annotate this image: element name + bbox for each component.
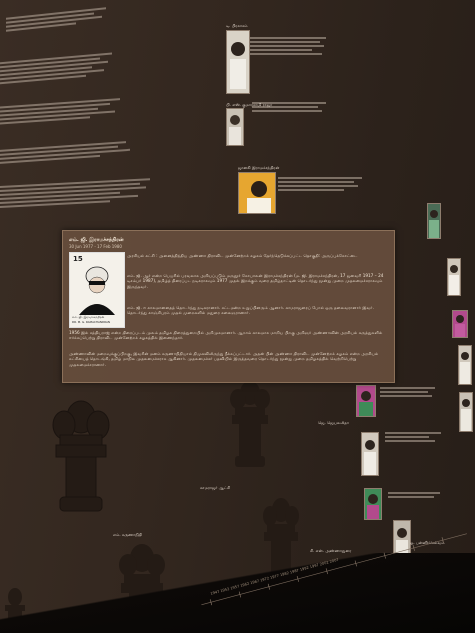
portrait-thumbnail[interactable]	[238, 172, 276, 214]
state-emblem-icon	[52, 400, 110, 512]
wall-text-block	[385, 430, 445, 444]
card-paragraph: 1956 இல் சத்தியராஜ் என்ற திரைப்படம் முலம…	[69, 330, 383, 341]
card-paragraph: எம். ஜி. ஆர் என்ற பெயரில் பரவலாக அறியப்ப…	[127, 273, 384, 289]
wall-text-block	[388, 490, 446, 500]
portrait-caption: ஜானகி இராமச்சந்திரன்	[238, 165, 280, 170]
postage-stamp-image[interactable]: 15 எம். ஜி. இராமச்சந்திரன் DR. M. G. RAM…	[69, 252, 125, 328]
wall-caption: காமராஜர் ஆட்சி	[200, 485, 231, 490]
card-paragraph: அரசியல் கட்சி : அனைத்திந்திய அண்ணா திராவ…	[127, 253, 358, 258]
portrait-caption: பி. எஸ். குமாரசாமி ராஜா	[226, 102, 273, 107]
portrait-icon	[79, 266, 115, 315]
portrait-thumbnail[interactable]	[226, 108, 244, 146]
detail-card[interactable]: எம். ஜி. இராமச்சந்திரன் 30 Jun 1977 - 17…	[62, 230, 395, 383]
portrait-thumbnail[interactable]	[458, 345, 472, 385]
portrait-thumbnail[interactable]	[447, 258, 461, 296]
wall-text-block	[250, 35, 330, 57]
card-paragraph: எம். ஜி. ஈ காலமானதைத் தொடர்ந்து நடிகரானா…	[127, 305, 374, 316]
card-title: எம். ஜி. இராமச்சந்திரன்	[69, 237, 124, 243]
portrait-thumbnail[interactable]	[427, 203, 441, 239]
wall-caption: எம். கருணாநிதி	[113, 532, 142, 537]
portrait-thumbnail[interactable]	[364, 488, 382, 520]
portrait-thumbnail[interactable]	[452, 310, 468, 338]
wall-text-block	[278, 175, 368, 193]
wall-caption: ஜெ. ஜெயலலிதா	[318, 420, 349, 425]
portrait-thumbnail[interactable]	[226, 30, 250, 94]
portrait-thumbnail[interactable]	[361, 432, 379, 476]
stamp-caption-en: DR. M. G. RAMACHANDRAN	[72, 320, 110, 324]
portrait-thumbnail[interactable]	[356, 385, 376, 417]
portrait-caption: டி. பிரகாசம்	[226, 23, 248, 28]
portrait-thumbnail[interactable]	[459, 392, 473, 432]
wall-text-block	[380, 385, 440, 399]
card-date-range: 30 Jun 1977 - 17 Feb 1980	[69, 244, 122, 249]
card-paragraph: அண்ணாவின் மறைவுக்குப்பிறகு, இவரின் மனம் …	[69, 351, 379, 367]
state-emblem-icon	[230, 381, 270, 467]
